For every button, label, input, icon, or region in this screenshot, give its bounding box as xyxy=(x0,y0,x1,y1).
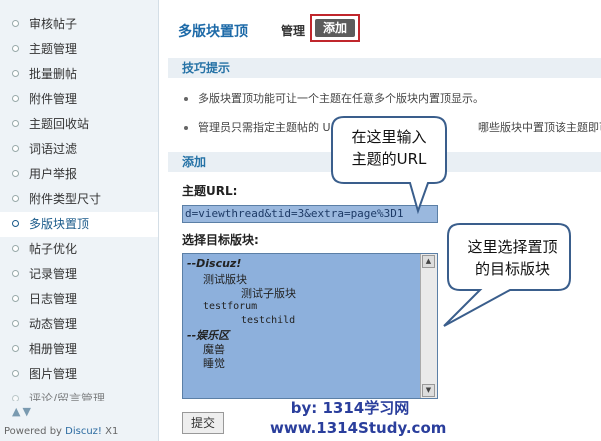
select-scrollbar[interactable]: ▲ ▼ xyxy=(420,254,437,398)
sidebar-item-comment-manage[interactable]: 评论/留言管理 xyxy=(0,387,158,401)
sidebar-item-attachments[interactable]: 附件管理 xyxy=(0,87,158,112)
powered-version: X1 xyxy=(101,426,119,437)
url-callout-text: 在这里输入 主题的URL xyxy=(334,120,444,178)
sidebar-item-review-posts[interactable]: 审核帖子 xyxy=(0,12,158,37)
forum-option[interactable]: 睡觉 xyxy=(203,355,225,371)
sidebar-item-batch-delete[interactable]: 批量删帖 xyxy=(0,62,158,87)
forum-group[interactable]: --Discuz! xyxy=(187,257,241,270)
sidebar-item-label: 记录管理 xyxy=(29,267,78,281)
sidebar-item-post-optimize[interactable]: 帖子优化 xyxy=(0,237,158,262)
sidebar-item-label: 附件管理 xyxy=(29,92,78,106)
bullet-icon xyxy=(12,120,19,127)
sidebar-item-label: 词语过滤 xyxy=(29,142,78,156)
sidebar-item-label: 图片管理 xyxy=(29,367,78,381)
tip-item: 管理员只需指定主题帖的 U xyxy=(184,119,331,135)
sidebar-item-label: 日志管理 xyxy=(29,292,78,306)
arrow-up-icon[interactable]: ▲ xyxy=(12,405,22,418)
sidebar-item-label: 多版块置顶 xyxy=(29,217,90,231)
bullet-icon xyxy=(12,345,19,352)
powered-brand[interactable]: Discuz! xyxy=(65,426,102,437)
forum-option[interactable]: 测试子版块 xyxy=(241,285,296,301)
url-callout-line1: 在这里输入 xyxy=(351,128,427,146)
sidebar-item-label: 批量删帖 xyxy=(29,67,78,81)
scroll-down-icon[interactable]: ▼ xyxy=(422,384,435,397)
sidebar-item-feed-manage[interactable]: 动态管理 xyxy=(0,312,158,337)
bullet-icon xyxy=(12,245,19,252)
page-title: 多版块置顶 xyxy=(178,24,248,40)
tip-text-tail: 哪些版块中置顶该主题即可 xyxy=(478,121,601,134)
bullet-icon xyxy=(12,95,19,102)
forum-callout-line1: 这里选择置顶 xyxy=(467,238,558,256)
forum-callout-text: 这里选择置顶 的目标版块 xyxy=(455,230,570,288)
bullet-icon xyxy=(12,220,19,227)
sidebar-item-label: 主题管理 xyxy=(29,42,78,56)
main-content: 多版块置顶 管理 添加 技巧提示 多版块置顶功能可让一个主题在任意多个版块内置顶… xyxy=(168,0,601,441)
tip-text: 多版块置顶功能可让一个主题在任意多个版块内置顶显示。 xyxy=(198,92,484,105)
watermark-line2: www.1314Study.com xyxy=(270,419,447,437)
submit-button[interactable]: 提交 xyxy=(182,412,224,434)
bullet-icon xyxy=(12,170,19,177)
arrow-down-icon[interactable]: ▼ xyxy=(22,405,32,418)
bullet-icon xyxy=(12,295,19,302)
bullet-icon xyxy=(12,20,19,27)
bullet-icon xyxy=(12,270,19,277)
bullet-icon xyxy=(184,126,188,130)
sidebar-item-label: 相册管理 xyxy=(29,342,78,356)
forum-label: 选择目标版块: xyxy=(182,233,259,247)
sidebar-item-attach-types[interactable]: 附件类型尺寸 xyxy=(0,187,158,212)
powered-prefix: Powered by xyxy=(4,426,66,437)
sidebar-item-user-reports[interactable]: 用户举报 xyxy=(0,162,158,187)
powered-by: Powered by Discuz! X1 xyxy=(4,426,118,437)
bullet-icon xyxy=(12,395,19,401)
sidebar-item-label: 用户举报 xyxy=(29,167,78,181)
scroll-up-icon[interactable]: ▲ xyxy=(422,255,435,268)
sidebar-item-label: 审核帖子 xyxy=(29,17,78,31)
sidebar-item-album-manage[interactable]: 相册管理 xyxy=(0,337,158,362)
tab-add[interactable]: 添加 xyxy=(315,19,355,37)
bullet-icon xyxy=(12,45,19,52)
sidebar-item-label: 附件类型尺寸 xyxy=(29,192,102,206)
sidebar-item-multi-forum-sticky[interactable]: 多版块置顶 xyxy=(0,212,158,237)
sidebar-item-recycle-bin[interactable]: 主题回收站 xyxy=(0,112,158,137)
watermark: by: 1314学习网 www.1314Study.com xyxy=(270,398,447,438)
sidebar-menu: 审核帖子 主题管理 批量删帖 附件管理 主题回收站 词语过滤 用户举报 附件类型… xyxy=(0,12,158,401)
bullet-icon xyxy=(12,70,19,77)
bullet-icon xyxy=(184,97,188,101)
bullet-icon xyxy=(12,195,19,202)
tips-heading: 技巧提示 xyxy=(168,58,601,78)
forum-callout-line2: 的目标版块 xyxy=(474,260,550,278)
sidebar-item-label: 评论/留言管理 xyxy=(29,392,106,401)
tab-manage[interactable]: 管理 xyxy=(281,22,305,39)
tip-text: 管理员只需指定主题帖的 U xyxy=(198,121,331,134)
url-label: 主题URL: xyxy=(182,184,238,198)
sidebar-item-word-filter[interactable]: 词语过滤 xyxy=(0,137,158,162)
sidebar-item-image-manage[interactable]: 图片管理 xyxy=(0,362,158,387)
bullet-icon xyxy=(12,320,19,327)
sidebar: 审核帖子 主题管理 批量删帖 附件管理 主题回收站 词语过滤 用户举报 附件类型… xyxy=(0,0,159,441)
url-callout-line2: 主题的URL xyxy=(351,150,427,168)
bullet-icon xyxy=(12,145,19,152)
watermark-line1: by: 1314学习网 xyxy=(290,399,410,417)
scroll-arrows[interactable]: ▲▼ xyxy=(12,405,33,418)
tip-item: 多版块置顶功能可让一个主题在任意多个版块内置顶显示。 xyxy=(184,90,484,106)
sidebar-item-label: 动态管理 xyxy=(29,317,78,331)
sidebar-item-record-manage[interactable]: 记录管理 xyxy=(0,262,158,287)
forum-option[interactable]: testchild xyxy=(241,315,295,326)
sidebar-item-log-manage[interactable]: 日志管理 xyxy=(0,287,158,312)
sidebar-item-label: 主题回收站 xyxy=(29,117,90,131)
forum-select[interactable]: --Discuz! 测试版块 测试子版块 testforum testchild… xyxy=(182,253,438,399)
sidebar-item-label: 帖子优化 xyxy=(29,242,78,256)
sidebar-item-thread-manage[interactable]: 主题管理 xyxy=(0,37,158,62)
bullet-icon xyxy=(12,370,19,377)
forum-option[interactable]: testforum xyxy=(203,301,257,312)
